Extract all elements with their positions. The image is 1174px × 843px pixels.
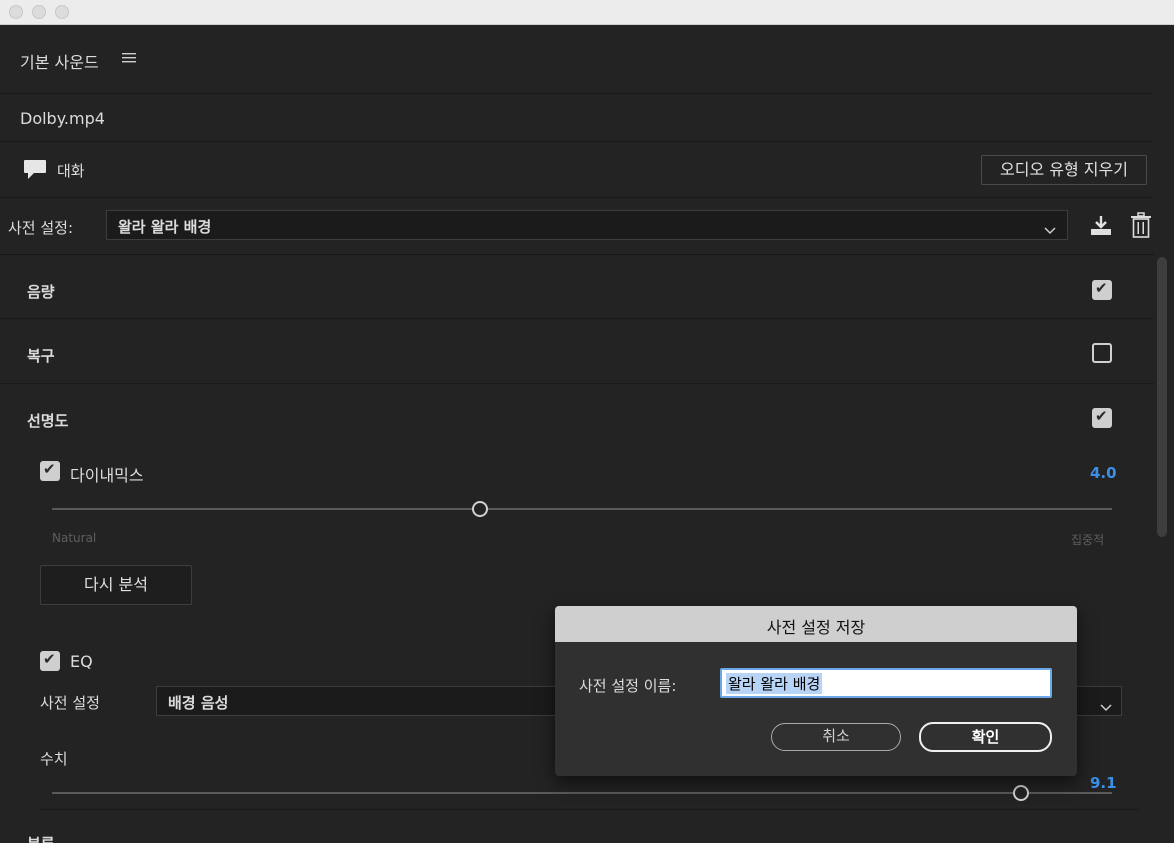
scrollbar[interactable] (1154, 255, 1174, 843)
eq-amount-value[interactable]: 9.1 (1090, 774, 1117, 792)
loudness-section[interactable]: 음량 (0, 256, 1154, 319)
minimize-window-button[interactable] (32, 5, 46, 19)
panel-header: 기본 사운드 (0, 25, 1154, 94)
dynamics-value[interactable]: 4.0 (1090, 464, 1117, 482)
cancel-button[interactable]: 취소 (771, 723, 901, 751)
save-preset-dialog: 사전 설정 저장 사전 설정 이름: 왈라 왈라 배경 취소 확인 (555, 606, 1077, 776)
eq-preset-label: 사전 설정 (40, 694, 100, 712)
preset-name-input[interactable]: 왈라 왈라 배경 (720, 668, 1052, 698)
dialog-title: 사전 설정 저장 (766, 618, 866, 637)
clear-audio-type-button[interactable]: 오디오 유형 지우기 (981, 155, 1147, 185)
chevron-down-icon (1044, 220, 1056, 239)
chevron-down-icon (1100, 697, 1112, 716)
dynamics-checkbox[interactable] (40, 460, 60, 481)
panel-title: 기본 사운드 (20, 53, 99, 72)
eq-label: EQ (70, 652, 93, 671)
scrollbar-thumb[interactable] (1157, 257, 1167, 537)
trash-icon[interactable] (1130, 212, 1152, 242)
eq-preset-value: 배경 음성 (168, 694, 229, 712)
next-section-label: 분류 (27, 833, 55, 843)
dynamics-slider-knob[interactable] (472, 501, 488, 517)
close-window-button[interactable] (9, 5, 23, 19)
repair-checkbox[interactable] (1092, 343, 1112, 363)
repair-label: 복구 (27, 347, 55, 365)
preset-label: 사전 설정: (8, 219, 74, 237)
eq-slider-knob[interactable] (1013, 785, 1029, 801)
clip-row: Dolby.mp4 (0, 94, 1154, 142)
zoom-window-button[interactable] (55, 5, 69, 19)
eq-amount-label: 수치 (40, 750, 68, 768)
repair-section[interactable]: 복구 (0, 319, 1154, 384)
loudness-checkbox[interactable] (1092, 279, 1112, 300)
preset-row: 사전 설정: 왈라 왈라 배경 (0, 198, 1154, 255)
clarity-label: 선명도 (27, 412, 69, 430)
eq-checkbox[interactable] (40, 650, 60, 671)
preset-name-label: 사전 설정 이름: (579, 677, 677, 695)
dynamics-min-label: Natural (52, 531, 97, 545)
ok-button[interactable]: 확인 (919, 722, 1052, 752)
preset-name-value: 왈라 왈라 배경 (726, 673, 823, 694)
clarity-checkbox[interactable] (1092, 407, 1112, 428)
eq-slider-track[interactable] (52, 792, 1112, 794)
dynamics-label: 다이내믹스 (70, 466, 144, 485)
dynamics-max-label: 집중적 (1071, 533, 1105, 547)
divider (40, 809, 1140, 810)
dialog-titlebar: 사전 설정 저장 (555, 606, 1077, 642)
hamburger-icon[interactable] (122, 49, 136, 63)
preset-dropdown[interactable]: 왈라 왈라 배경 (106, 210, 1068, 240)
next-section-row[interactable]: 분류 (0, 811, 1154, 843)
preset-dropdown-value: 왈라 왈라 배경 (118, 218, 212, 236)
audio-type-label: 대화 (57, 162, 85, 180)
window-titlebar (0, 0, 1174, 25)
speech-bubble-icon (23, 159, 47, 185)
audio-type-row: 대화 오디오 유형 지우기 (0, 142, 1154, 198)
save-preset-icon[interactable] (1089, 215, 1113, 241)
reanalyze-button[interactable]: 다시 분석 (40, 565, 192, 605)
clip-name: Dolby.mp4 (20, 109, 105, 128)
dynamics-slider-track[interactable] (52, 508, 1112, 510)
loudness-label: 음량 (27, 283, 55, 301)
